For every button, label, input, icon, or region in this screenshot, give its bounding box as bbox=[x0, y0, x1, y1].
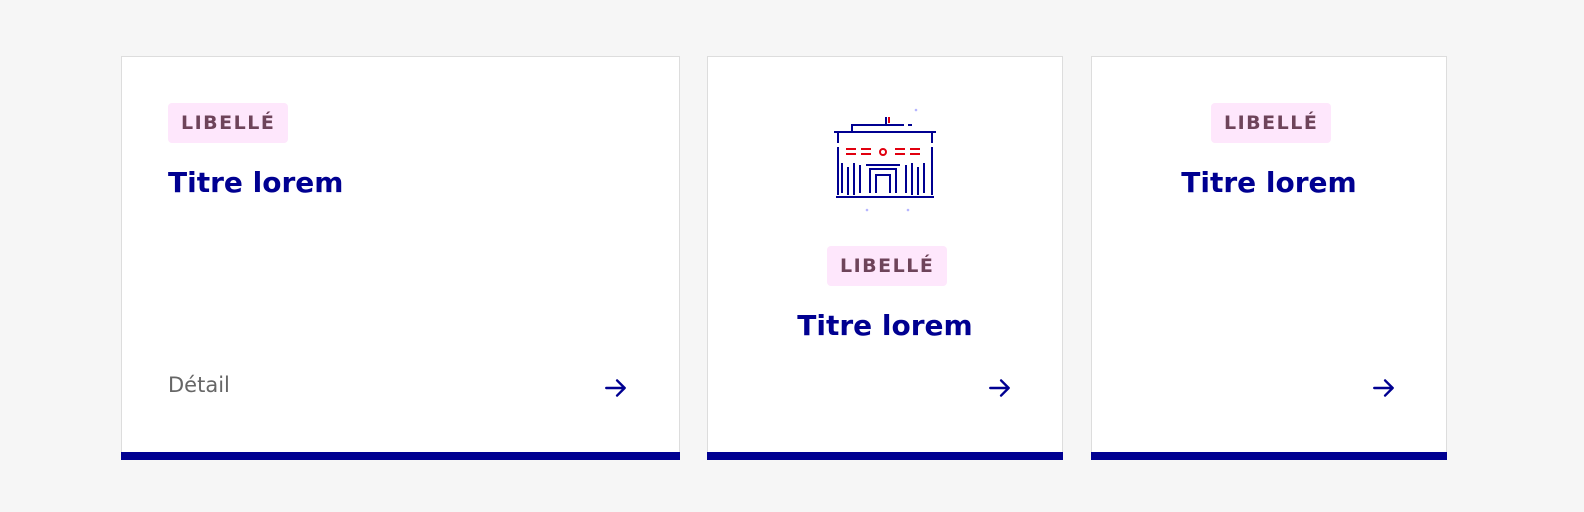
tile-card-3[interactable]: LIBELLÉ Titre lorem bbox=[1091, 56, 1447, 460]
tile-title[interactable]: Titre lorem bbox=[708, 308, 1062, 344]
tile-title[interactable]: Titre lorem bbox=[1092, 165, 1446, 201]
tile-detail: Détail bbox=[168, 373, 230, 397]
tile-title[interactable]: Titre lorem bbox=[168, 165, 343, 201]
arrow-right-icon bbox=[605, 379, 626, 397]
badge-label: LIBELLÉ bbox=[168, 103, 289, 143]
tile-card-2[interactable]: LIBELLÉ Titre lorem bbox=[707, 56, 1063, 460]
arrow-right-icon bbox=[989, 379, 1010, 397]
badge-label: LIBELLÉ bbox=[1211, 103, 1332, 143]
tile-card-1[interactable]: LIBELLÉ Titre lorem Détail bbox=[121, 56, 680, 460]
city-hall-pictogram-icon bbox=[834, 108, 936, 212]
badge-label: LIBELLÉ bbox=[827, 246, 948, 286]
arrow-right-icon bbox=[1373, 379, 1394, 397]
